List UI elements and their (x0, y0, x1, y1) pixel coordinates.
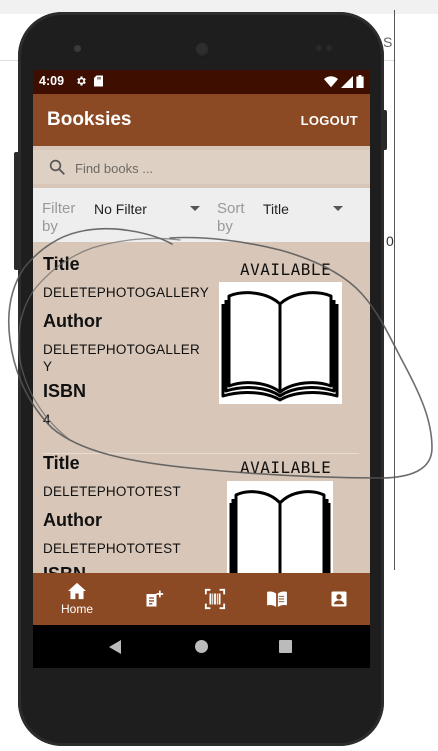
book-title: DELETEPHOTOGALLERY (43, 285, 209, 300)
gear-icon (77, 76, 86, 86)
sd-card-icon (94, 75, 103, 87)
background-text: 0 (386, 233, 394, 249)
app-title: Booksies (47, 109, 132, 130)
nav-home-label: Home (60, 602, 93, 616)
title-label: Title (43, 453, 80, 473)
search-box[interactable] (33, 150, 370, 184)
home-icon (68, 582, 86, 600)
barcode-scan-icon (204, 588, 226, 610)
sort-label: Sort by (217, 200, 245, 235)
bottom-navigation: Home (33, 573, 370, 625)
book-author: DELETEPHOTOGALLERY (43, 342, 200, 374)
book-card[interactable]: Title DELETEPHOTOGALLERY Author DELETEPH… (33, 254, 370, 454)
filter-dropdown[interactable]: No Filter (94, 201, 147, 217)
status-badge: AVAILABLE (240, 260, 332, 279)
profile-icon (331, 591, 347, 607)
book-icon (267, 591, 287, 608)
back-icon[interactable] (109, 640, 121, 654)
sort-dropdown[interactable]: Title (263, 201, 289, 217)
android-navigation-bar (33, 625, 370, 668)
background-divider (394, 10, 395, 570)
open-book-icon (221, 291, 339, 402)
author-label: Author (43, 311, 102, 331)
home-circle-icon[interactable] (195, 640, 208, 653)
nav-scan[interactable] (203, 573, 227, 625)
app-screen: 4:09 Booksies LOGOUT Filter by No Filter… (33, 70, 370, 668)
author-label: Author (43, 510, 102, 530)
book-cover-image (219, 282, 342, 404)
signal-icon (341, 75, 353, 88)
search-icon (49, 159, 65, 175)
book-title: DELETEPHOTOTEST (43, 484, 181, 499)
app-bar: Booksies LOGOUT (33, 94, 370, 146)
filter-label: Filter by (42, 200, 76, 235)
earpiece-speaker (194, 41, 210, 57)
proximity-sensor (316, 45, 322, 51)
recent-apps-icon[interactable] (279, 640, 292, 653)
front-camera (74, 45, 81, 52)
light-sensor (326, 45, 332, 51)
power-button (382, 110, 387, 150)
book-author: DELETEPHOTOTEST (43, 541, 181, 556)
isbn-label: ISBN (43, 564, 86, 573)
book-isbn: 4 (43, 412, 51, 427)
wifi-icon (324, 75, 338, 87)
search-input[interactable] (73, 156, 347, 180)
battery-icon (356, 75, 364, 88)
add-note-icon (146, 590, 164, 607)
background-text: S (383, 34, 393, 50)
search-bar (33, 146, 370, 188)
status-bar: 4:09 (33, 70, 370, 94)
book-cover-image (227, 481, 333, 573)
filter-bar: Filter by No Filter Sort by Title (33, 188, 370, 242)
volume-button (14, 152, 19, 270)
nav-home[interactable]: Home (53, 573, 101, 625)
logout-button[interactable]: LOGOUT (301, 113, 358, 128)
nav-add-book[interactable] (142, 573, 166, 625)
nav-profile[interactable] (327, 573, 351, 625)
chevron-down-icon[interactable] (333, 206, 343, 211)
nav-borrowed[interactable] (265, 573, 289, 625)
isbn-label: ISBN (43, 381, 87, 401)
status-badge: AVAILABLE (240, 458, 332, 477)
open-book-icon (229, 490, 331, 573)
chevron-down-icon[interactable] (190, 206, 200, 211)
status-time: 4:09 (39, 74, 65, 88)
title-label: Title (43, 254, 80, 274)
book-card[interactable]: Title DELETEPHOTOTEST Author DELETEPHOTO… (33, 453, 370, 573)
book-list[interactable]: Title DELETEPHOTOGALLERY Author DELETEPH… (33, 242, 370, 573)
